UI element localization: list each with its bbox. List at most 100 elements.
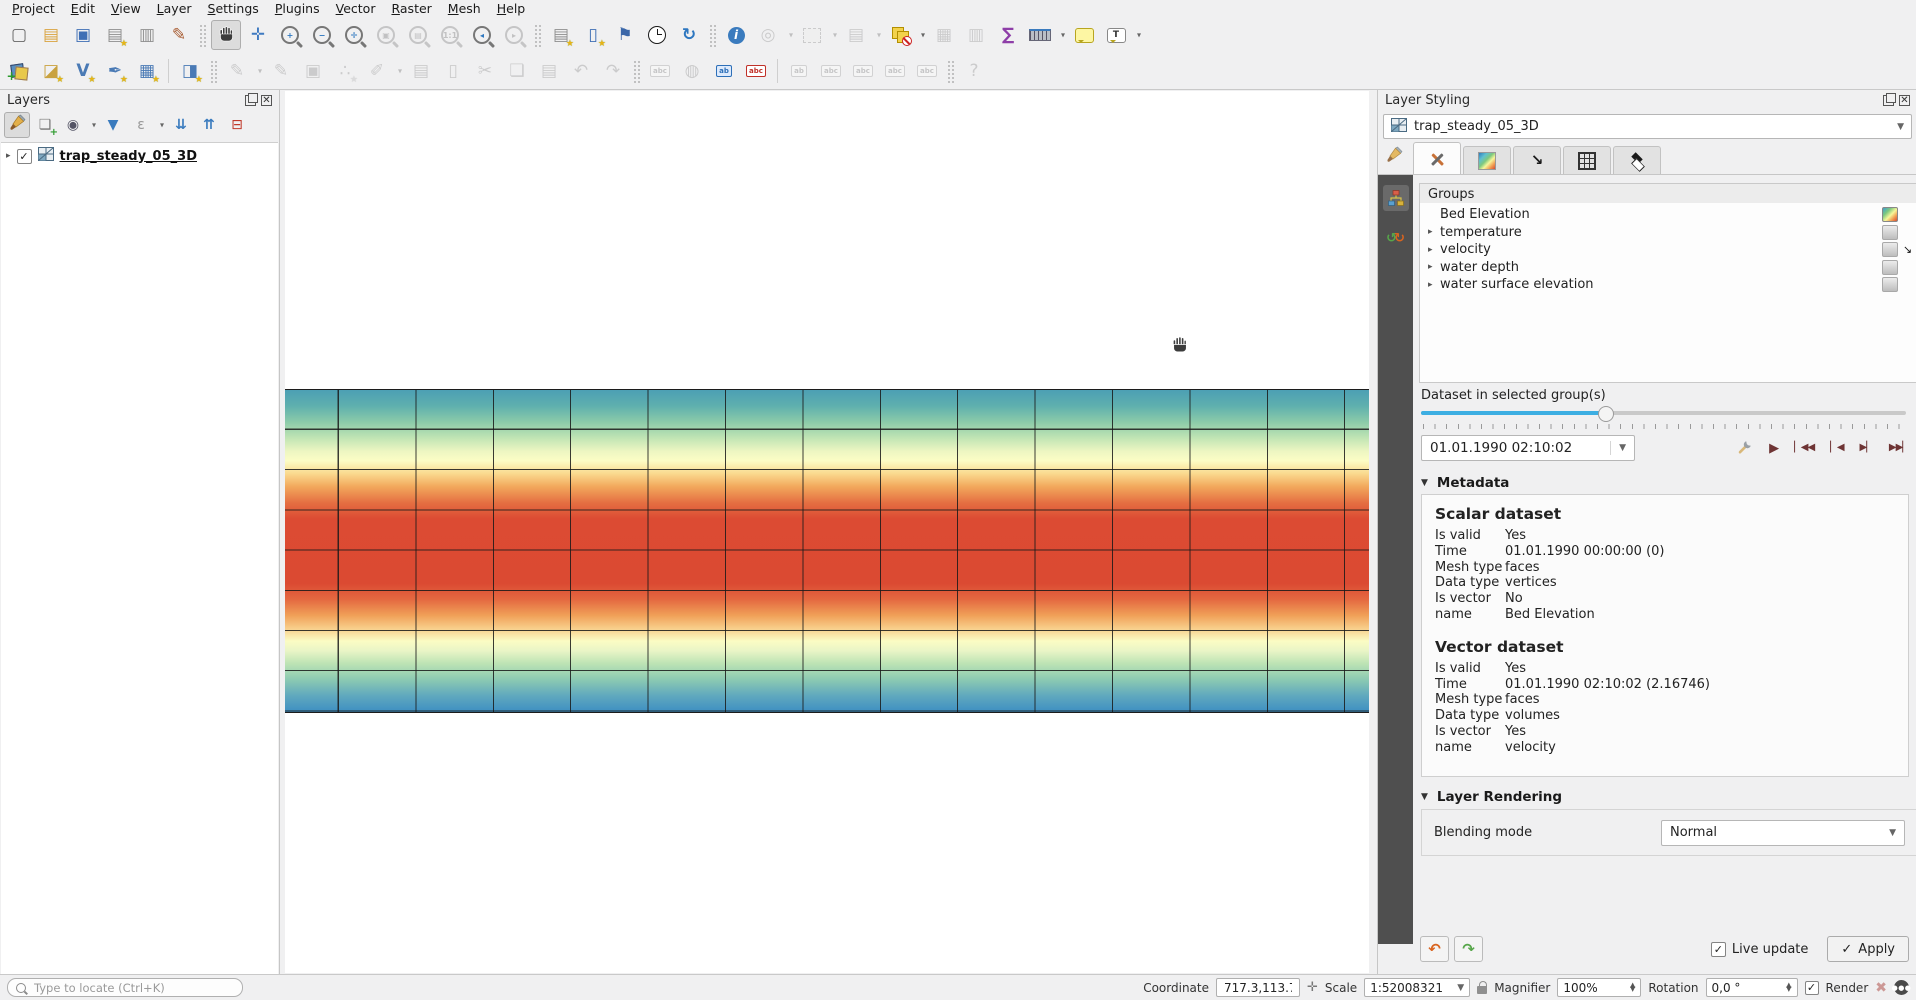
diagram-button[interactable]: abc bbox=[741, 56, 771, 86]
dataset-groups-tree-icon[interactable] bbox=[1383, 185, 1409, 211]
dataset-group-row[interactable]: ▸ water surface elevation ↘ bbox=[1420, 276, 1916, 294]
open-layer-styling-button[interactable] bbox=[4, 112, 30, 138]
zoom-full-button[interactable]: ✛ bbox=[339, 20, 369, 50]
text-annotation-button[interactable]: T▾ bbox=[1101, 20, 1143, 50]
panel-close-icon[interactable]: ✕ bbox=[261, 95, 272, 106]
dataset-group-row[interactable]: ▸ Bed Elevation ↘ bbox=[1420, 206, 1916, 224]
menu-item[interactable]: View bbox=[103, 1, 149, 16]
pan-map-button[interactable] bbox=[211, 20, 241, 50]
previous-dataset-button[interactable]: ▏◀ bbox=[1830, 443, 1843, 453]
apply-button[interactable]: ✓ Apply bbox=[1827, 936, 1909, 962]
magnifier-spinner[interactable]: 100% ▲▼ bbox=[1557, 978, 1641, 997]
project-open-button[interactable]: ▤ bbox=[36, 20, 66, 50]
time-combo[interactable]: 01.01.1990 02:10:02 ▼ bbox=[1421, 435, 1635, 461]
refresh-map-button[interactable]: ↻ bbox=[674, 20, 704, 50]
panel-float-icon[interactable] bbox=[245, 95, 256, 106]
next-dataset-button[interactable]: ▶▏ bbox=[1860, 443, 1873, 453]
metadata-section-header[interactable]: ▼ Metadata bbox=[1421, 475, 1509, 491]
vector-arrows-toggle[interactable]: ↘ bbox=[1901, 244, 1914, 255]
identify-features-button[interactable]: i bbox=[721, 20, 751, 50]
tab-symbology[interactable] bbox=[1413, 142, 1461, 174]
expand-all-button[interactable]: ⇊ bbox=[168, 112, 194, 138]
last-dataset-button[interactable]: ▶▶▏ bbox=[1889, 443, 1909, 453]
blending-mode-combo[interactable]: Normal ▼ bbox=[1661, 820, 1905, 846]
layer-selector-combo[interactable]: trap_steady_05_3D ▼ bbox=[1383, 114, 1912, 139]
layer-visibility-checkbox[interactable]: ✓ bbox=[17, 149, 32, 164]
redo-style-button[interactable]: ↷ bbox=[1454, 936, 1483, 962]
add-group-button[interactable]: ❏+ bbox=[32, 112, 58, 138]
spinner-arrows-icon[interactable]: ▲▼ bbox=[1630, 984, 1635, 992]
menu-item[interactable]: Raster bbox=[383, 1, 439, 16]
layer-rendering-section-header[interactable]: ▼ Layer Rendering bbox=[1421, 789, 1562, 805]
toolbar-grip[interactable] bbox=[209, 59, 218, 83]
menu-item[interactable]: Help bbox=[489, 1, 534, 16]
new-virtual-layer-button[interactable]: ▦★ bbox=[132, 56, 162, 86]
scalar-contours-toggle[interactable] bbox=[1882, 225, 1898, 240]
project-new-button[interactable]: ▢ bbox=[4, 20, 34, 50]
time-slider[interactable] bbox=[1421, 405, 1906, 419]
scalar-contours-toggle[interactable] bbox=[1882, 260, 1898, 275]
new-mesh-layer-button[interactable]: ◨★ bbox=[175, 56, 205, 86]
expand-arrow-icon[interactable]: ▸ bbox=[6, 151, 11, 161]
new-3d-map-view-button[interactable]: ▯★ bbox=[578, 20, 608, 50]
statistics-summary-button[interactable]: ∑ bbox=[993, 20, 1023, 50]
toolbar-grip[interactable] bbox=[198, 23, 207, 47]
pan-to-selection-button[interactable]: ✛ bbox=[243, 20, 273, 50]
data-source-manager-button[interactable]: + bbox=[4, 56, 34, 86]
dataset-options-button[interactable] bbox=[1737, 439, 1753, 458]
locator-input[interactable] bbox=[32, 980, 234, 996]
panel-close-icon[interactable]: ✕ bbox=[1899, 95, 1910, 106]
menu-item[interactable]: Vector bbox=[328, 1, 384, 16]
toolbar-grip[interactable] bbox=[946, 59, 955, 83]
dataset-group-row[interactable]: ▸ water depth ↘ bbox=[1420, 259, 1916, 277]
style-manager-button[interactable]: ✎ bbox=[164, 20, 194, 50]
undo-style-button[interactable]: ↶ bbox=[1420, 936, 1449, 962]
menu-item[interactable]: Project bbox=[4, 1, 63, 16]
remove-layer-button[interactable]: ⊟ bbox=[224, 112, 250, 138]
locator-search[interactable] bbox=[7, 978, 243, 997]
project-save-button[interactable]: ▣ bbox=[68, 20, 98, 50]
toolbar-grip[interactable] bbox=[632, 59, 641, 83]
new-print-layout-button[interactable]: ▤★ bbox=[100, 20, 130, 50]
new-spatialite-layer-button[interactable]: ✒★ bbox=[100, 56, 130, 86]
render-checkbox[interactable]: ✓ bbox=[1805, 981, 1819, 995]
tab-vectors[interactable]: ↘ bbox=[1513, 146, 1561, 174]
temporal-controller-button[interactable] bbox=[642, 20, 672, 50]
tab-stacked-averaging[interactable] bbox=[1613, 146, 1661, 174]
messages-icon[interactable]: ●●● bbox=[1894, 980, 1909, 995]
menu-item[interactable]: Plugins bbox=[267, 1, 328, 16]
zoom-last-button[interactable]: ◂ bbox=[467, 20, 497, 50]
scalar-contours-toggle[interactable] bbox=[1882, 277, 1898, 292]
panel-float-icon[interactable] bbox=[1883, 95, 1894, 106]
layer-tree-item[interactable]: ▸ ✓ trap_steady_05_3D bbox=[1, 143, 278, 168]
dataset-group-row[interactable]: ▸ velocity ↘ bbox=[1420, 241, 1916, 259]
collapse-all-button[interactable]: ⇈ bbox=[196, 112, 222, 138]
dataset-group-row[interactable]: ▸ temperature ↘ bbox=[1420, 224, 1916, 242]
zoom-in-button[interactable]: + bbox=[275, 20, 305, 50]
map-tips-button[interactable] bbox=[1069, 20, 1099, 50]
expand-arrow-icon[interactable]: ▸ bbox=[1428, 245, 1440, 255]
toolbar-grip[interactable] bbox=[708, 23, 717, 47]
show-layout-manager-button[interactable]: ▥ bbox=[132, 20, 162, 50]
manage-map-themes-button[interactable]: ◉▾ bbox=[60, 112, 98, 138]
toggle-extents-icon[interactable]: ✛ bbox=[1307, 980, 1318, 995]
menu-item[interactable]: Settings bbox=[200, 1, 267, 16]
lock-scale-icon[interactable] bbox=[1477, 986, 1487, 994]
stop-rendering-icon[interactable]: ✖ bbox=[1875, 980, 1887, 996]
menu-item[interactable]: Edit bbox=[63, 1, 103, 16]
deselect-features-button[interactable]: ▾ bbox=[885, 20, 927, 50]
map-canvas[interactable] bbox=[285, 91, 1369, 973]
labeling-button[interactable]: ab bbox=[709, 56, 739, 86]
reload-datasets-icon[interactable]: ↺↻ bbox=[1383, 225, 1409, 251]
menu-item[interactable]: Mesh bbox=[440, 1, 489, 16]
first-dataset-button[interactable]: ▏◀◀ bbox=[1794, 443, 1814, 453]
tab-mesh-frame[interactable] bbox=[1563, 146, 1611, 174]
zoom-out-button[interactable]: − bbox=[307, 20, 337, 50]
new-geopackage-layer-button[interactable]: ◪★ bbox=[36, 56, 66, 86]
filter-legend-button[interactable]: ▼ bbox=[100, 112, 126, 138]
play-button[interactable]: ▶ bbox=[1769, 442, 1778, 455]
expand-arrow-icon[interactable]: ▸ bbox=[1428, 262, 1440, 272]
rotation-spinner[interactable]: 0,0 ° ▲▼ bbox=[1706, 978, 1798, 997]
coordinate-field[interactable] bbox=[1216, 978, 1300, 997]
scalar-contours-toggle[interactable] bbox=[1882, 207, 1898, 222]
